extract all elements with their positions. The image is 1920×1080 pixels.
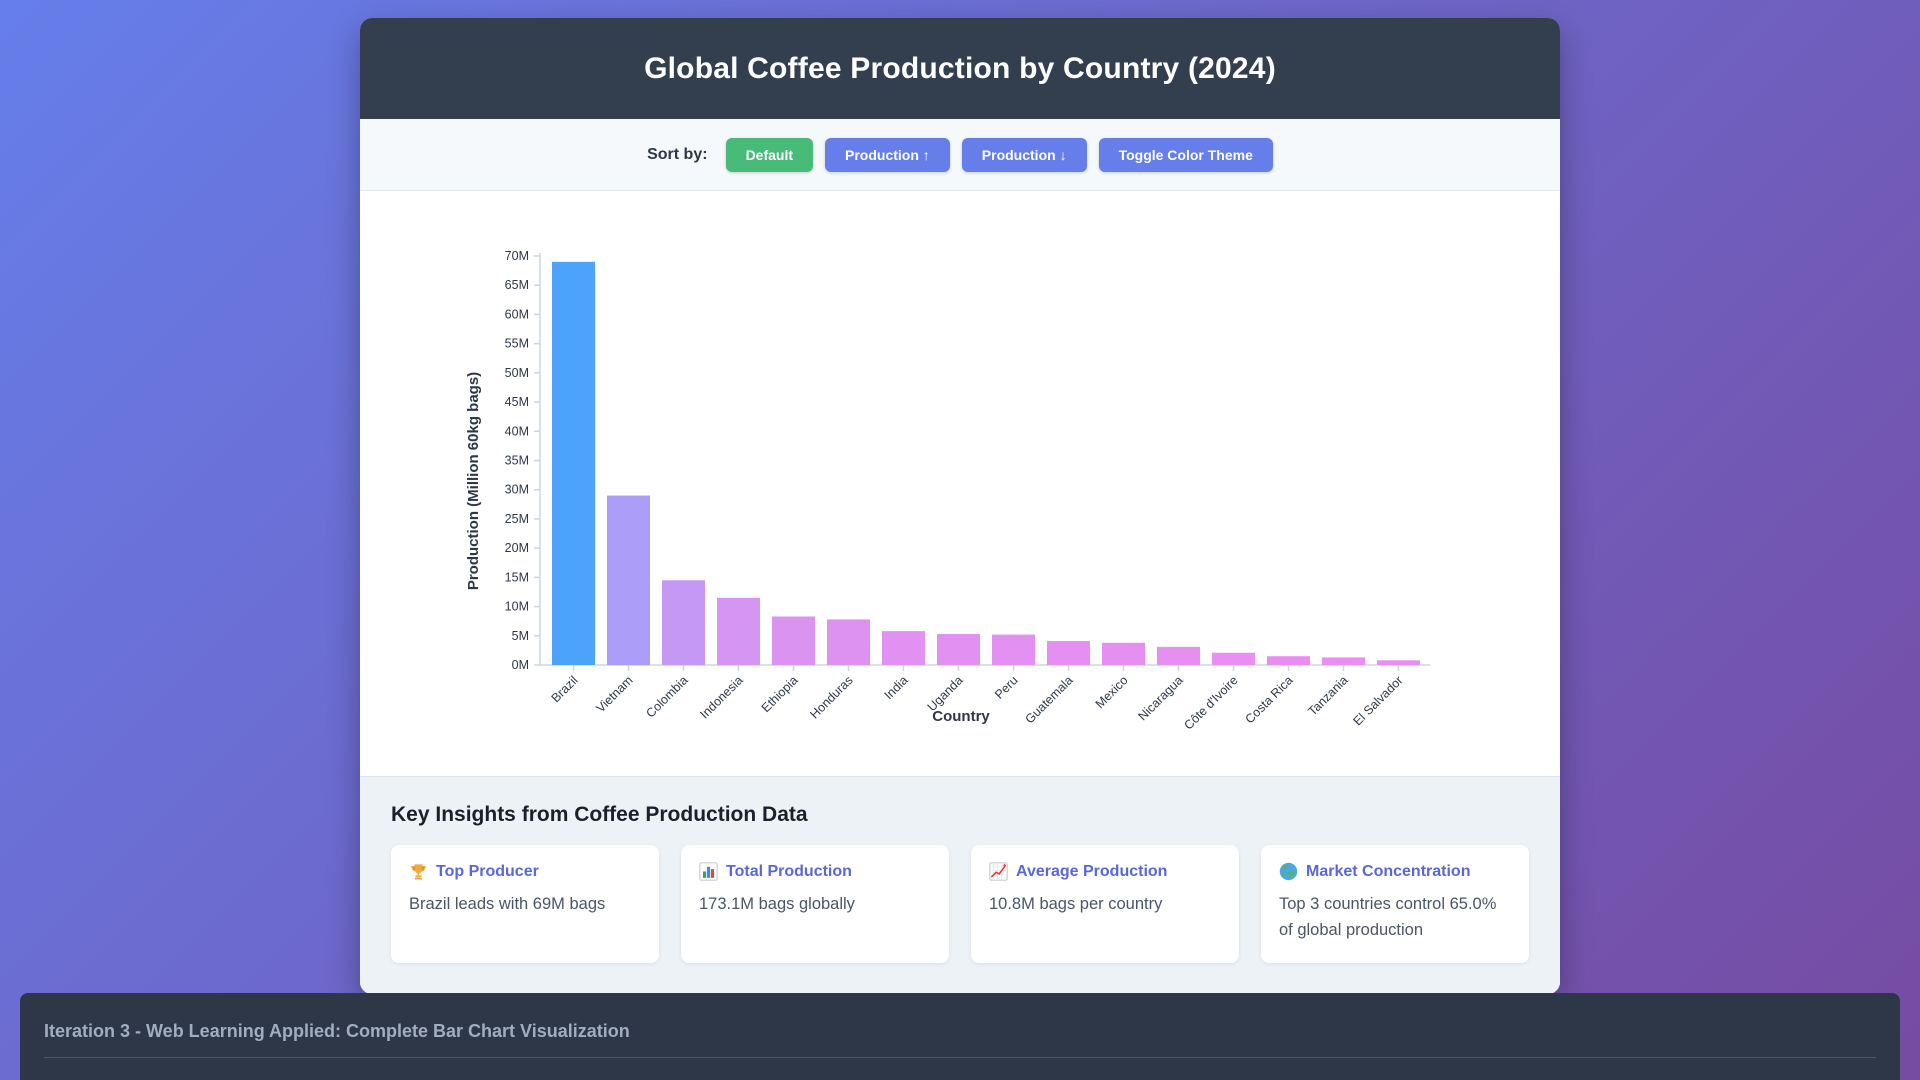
svg-text:45M: 45M [505, 395, 529, 409]
insight-card-text: Top 3 countries control 65.0% of global … [1279, 892, 1511, 943]
footer-divider [44, 1057, 1876, 1058]
page-title: Global Coffee Production by Country (202… [644, 52, 1276, 86]
insight-card-title: Average Production [1016, 863, 1167, 881]
x-tick-label: Côte d'Ivoire [1181, 673, 1240, 732]
sort-ascending-button[interactable]: Production ↑ [825, 138, 950, 172]
svg-text:60M: 60M [505, 307, 529, 321]
x-tick-label: Guatemala [1022, 673, 1075, 726]
globe-icon [1279, 862, 1298, 881]
bar-c-te-d-ivoire[interactable] [1212, 653, 1255, 665]
svg-text:30M: 30M [505, 483, 529, 497]
bar-honduras[interactable] [827, 619, 870, 665]
x-tick-label: Costa Rica [1242, 673, 1295, 726]
bar-vietnam[interactable] [607, 496, 650, 665]
insight-card-average-production: Average Production 10.8M bags per countr… [971, 845, 1239, 963]
production-bar-chart: 0M 5M 10M 15M 20M 25M 30M 35M 40M 45M 50M 55M 60M 65M… [360, 191, 1560, 776]
x-tick-label: Colombia [643, 673, 690, 720]
insights-section: Key Insights from Coffee Production Data… [360, 776, 1560, 994]
chart-section: 0M 5M 10M 15M 20M 25M 30M 35M 40M 45M 50M 55M 60M 65M… [360, 191, 1560, 776]
insight-card-text: 10.8M bags per country [989, 892, 1221, 918]
insight-card-market-concentration: Market Concentration Top 3 countries con… [1261, 845, 1529, 963]
insights-heading: Key Insights from Coffee Production Data [391, 803, 1529, 827]
svg-text:25M: 25M [505, 512, 529, 526]
svg-text:35M: 35M [505, 454, 529, 468]
footer-status-text: Iteration 3 - Web Learning Applied: Comp… [44, 1021, 1876, 1042]
x-tick-label: Ethiopia [759, 673, 801, 715]
sort-default-button[interactable]: Default [726, 138, 813, 172]
insight-card-text: Brazil leads with 69M bags [409, 892, 641, 918]
insight-cards-row: Top Producer Brazil leads with 69M bags … [391, 845, 1529, 963]
header: Global Coffee Production by Country (202… [360, 18, 1560, 119]
x-tick-label: Nicaragua [1135, 673, 1185, 723]
x-tick-label: Peru [992, 673, 1021, 702]
x-tick-label: Indonesia [697, 673, 745, 721]
trophy-icon [409, 862, 428, 881]
app-card: Global Coffee Production by Country (202… [360, 18, 1560, 994]
line-chart-icon [989, 862, 1008, 881]
svg-text:65M: 65M [505, 278, 529, 292]
bar-chart-icon [699, 862, 718, 881]
sort-toolbar: Sort by: Default Production ↑ Production… [360, 119, 1560, 191]
svg-text:40M: 40M [505, 424, 529, 438]
svg-text:50M: 50M [505, 366, 529, 380]
x-tick-label: Mexico [1093, 673, 1131, 711]
sort-descending-button[interactable]: Production ↓ [962, 138, 1087, 172]
x-tick-label: Vietnam [593, 673, 635, 715]
insight-card-title: Market Concentration [1306, 863, 1470, 881]
bar-indonesia[interactable] [717, 598, 760, 665]
bar-peru[interactable] [992, 635, 1035, 665]
bar-uganda[interactable] [937, 634, 980, 665]
bar-el-salvador[interactable] [1377, 660, 1420, 665]
toggle-color-theme-button[interactable]: Toggle Color Theme [1099, 138, 1273, 172]
svg-text:15M: 15M [505, 570, 529, 584]
insight-card-top-producer: Top Producer Brazil leads with 69M bags [391, 845, 659, 963]
y-axis-title: Production (Million 60kg bags) [465, 372, 482, 590]
bar-brazil[interactable] [552, 262, 595, 665]
svg-text:10M: 10M [505, 600, 529, 614]
svg-text:55M: 55M [505, 337, 529, 351]
bar-ethiopia[interactable] [772, 617, 815, 665]
sort-by-label: Sort by: [647, 146, 707, 164]
insight-card-total-production: Total Production 173.1M bags globally [681, 845, 949, 963]
insight-card-title: Top Producer [436, 863, 539, 881]
bar-costa-rica[interactable] [1267, 656, 1310, 665]
svg-text:5M: 5M [512, 629, 529, 643]
svg-text:70M: 70M [505, 249, 529, 263]
bar-tanzania[interactable] [1322, 657, 1365, 665]
bar-colombia[interactable] [662, 580, 705, 665]
x-tick-label: Brazil [549, 673, 581, 705]
bar-mexico[interactable] [1102, 643, 1145, 665]
x-tick-label: India [882, 673, 911, 702]
x-tick-label: Tanzania [1305, 673, 1350, 718]
bar-india[interactable] [882, 631, 925, 665]
bar-nicaragua[interactable] [1157, 647, 1200, 665]
svg-text:20M: 20M [505, 541, 529, 555]
x-tick-label: El Salvador [1351, 673, 1406, 728]
bar-guatemala[interactable] [1047, 641, 1090, 665]
x-axis-title: Country [932, 708, 990, 725]
insight-card-text: 173.1M bags globally [699, 892, 931, 918]
svg-text:0M: 0M [512, 658, 529, 672]
x-tick-label: Honduras [807, 673, 855, 721]
footer-bar: Iteration 3 - Web Learning Applied: Comp… [20, 993, 1900, 1080]
insight-card-title: Total Production [726, 863, 852, 881]
